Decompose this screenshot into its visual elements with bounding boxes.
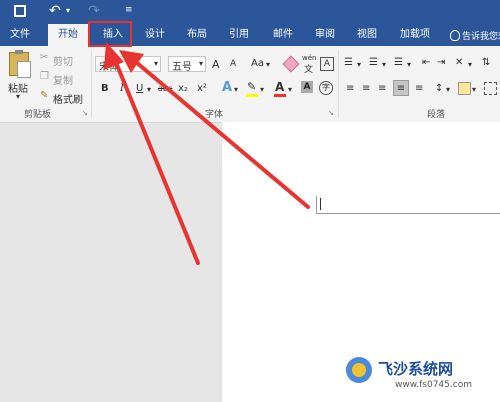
tell-me-search[interactable]: 告诉我您想: [462, 29, 500, 42]
distributed-icon[interactable]: ≡: [415, 83, 423, 94]
clipboard-launcher-icon[interactable]: ↘: [82, 109, 88, 117]
shading-dropdown-icon[interactable]: ▾: [472, 85, 476, 94]
format-painter-button[interactable]: 格式刷: [53, 91, 83, 106]
change-case-button[interactable]: Aa: [251, 58, 264, 69]
margin-corner-mark: [316, 213, 500, 214]
copy-button[interactable]: 复制: [53, 72, 73, 87]
tab-home[interactable]: 开始: [48, 24, 88, 46]
chinese-layout-icon[interactable]: ✕: [455, 57, 463, 68]
text-cursor: [320, 198, 321, 210]
group-divider: [338, 50, 339, 118]
numbering-dropdown-icon[interactable]: ▾: [382, 60, 386, 69]
multilevel-list-dropdown-icon[interactable]: ▾: [407, 60, 411, 69]
underline-dropdown-icon[interactable]: ▾: [147, 85, 151, 94]
annotation-highlight-box: [88, 21, 132, 47]
font-size-box[interactable]: 五号 ▾: [168, 56, 206, 73]
undo-dropdown-icon[interactable]: ▾: [66, 6, 70, 15]
tab-design[interactable]: 设计: [138, 24, 172, 46]
superscript-button[interactable]: x²: [197, 83, 207, 94]
phonetic-guide-icon: 文: [304, 65, 314, 75]
save-icon[interactable]: [14, 5, 26, 17]
enclose-characters-icon[interactable]: 字: [319, 81, 333, 95]
paragraph-group-label: 段落: [427, 110, 446, 120]
phonetic-guide-button[interactable]: wén: [302, 54, 316, 62]
font-size-value: 五号: [172, 62, 192, 73]
cut-icon[interactable]: ✂: [40, 52, 48, 63]
font-color-icon[interactable]: A: [275, 80, 284, 94]
font-name-value: 宋体: [99, 62, 119, 73]
highlight-icon[interactable]: ✎: [247, 80, 256, 93]
highlight-color-bar: [246, 94, 258, 97]
font-color-bar: [274, 94, 286, 97]
character-border-icon[interactable]: A: [320, 57, 334, 71]
borders-icon[interactable]: [484, 82, 497, 95]
font-group-label: 字体: [205, 110, 224, 120]
customize-toolbar-icon[interactable]: ≡: [125, 5, 133, 15]
underline-button[interactable]: U: [136, 83, 143, 94]
numbering-icon[interactable]: ☰: [369, 57, 378, 68]
decrease-indent-icon[interactable]: ⇤: [422, 57, 430, 68]
chinese-layout-dropdown-icon[interactable]: ▾: [468, 60, 472, 69]
paste-dropdown-icon[interactable]: ▾: [16, 92, 20, 101]
font-name-box[interactable]: 宋体 ▾: [95, 56, 161, 73]
justify-icon[interactable]: ≡: [393, 80, 409, 96]
bold-button[interactable]: B: [101, 83, 109, 94]
character-shading-icon[interactable]: A: [301, 81, 313, 93]
text-effects-dropdown-icon[interactable]: ▾: [234, 85, 238, 94]
watermark-url: www.fs0745.com: [395, 380, 472, 390]
align-right-icon[interactable]: ≡: [378, 83, 386, 94]
chevron-down-icon[interactable]: ▾: [154, 59, 158, 68]
clipboard-group-label: 剪贴板: [24, 110, 52, 120]
title-bar: ↶ ▾ ↷ ≡: [0, 0, 500, 24]
shading-icon[interactable]: [458, 82, 471, 95]
multilevel-list-icon[interactable]: ☰: [394, 57, 403, 68]
line-spacing-dropdown-icon[interactable]: ▾: [446, 85, 450, 94]
bullets-dropdown-icon[interactable]: ▾: [357, 60, 361, 69]
bullets-icon[interactable]: ☰: [344, 57, 353, 68]
text-effects-icon[interactable]: A: [222, 80, 232, 95]
tab-view[interactable]: 视图: [350, 24, 384, 46]
line-spacing-icon[interactable]: ↕: [435, 83, 443, 94]
tab-references[interactable]: 引用: [222, 24, 256, 46]
align-left-icon[interactable]: ≡: [346, 83, 354, 94]
cut-button[interactable]: 剪切: [53, 53, 73, 68]
watermark-logo-arc: [352, 363, 366, 377]
tab-review[interactable]: 审阅: [308, 24, 342, 46]
grow-font-button[interactable]: A: [212, 58, 220, 71]
subscript-button[interactable]: x₂: [178, 83, 188, 94]
highlight-dropdown-icon[interactable]: ▾: [260, 85, 264, 94]
paste-icon[interactable]: [9, 50, 31, 78]
redo-icon[interactable]: ↷: [88, 3, 100, 19]
italic-button[interactable]: I: [120, 83, 124, 94]
group-divider: [91, 50, 92, 118]
undo-icon[interactable]: ↶: [49, 3, 61, 19]
chevron-down-icon[interactable]: ▾: [199, 59, 203, 68]
lightbulb-icon: [450, 30, 460, 41]
align-center-icon[interactable]: ≡: [362, 83, 370, 94]
strikethrough-button[interactable]: abc: [158, 84, 172, 93]
sort-icon[interactable]: ⇅: [482, 57, 490, 68]
copy-icon[interactable]: ❐: [40, 71, 49, 82]
change-case-dropdown-icon[interactable]: ▾: [266, 60, 270, 69]
shrink-font-button[interactable]: A: [230, 59, 236, 69]
watermark-site-name: 飞沙系统网: [378, 360, 454, 378]
font-color-dropdown-icon[interactable]: ▾: [288, 85, 292, 94]
tab-addins[interactable]: 加载项: [394, 24, 436, 46]
format-painter-icon[interactable]: ✎: [40, 90, 48, 101]
tab-layout[interactable]: 布局: [180, 24, 214, 46]
increase-indent-icon[interactable]: ⇥: [437, 57, 445, 68]
font-launcher-icon[interactable]: ↘: [328, 109, 334, 117]
margin-corner-mark: [316, 196, 317, 214]
tab-mailings[interactable]: 邮件: [266, 24, 300, 46]
tab-file[interactable]: 文件: [4, 24, 36, 46]
